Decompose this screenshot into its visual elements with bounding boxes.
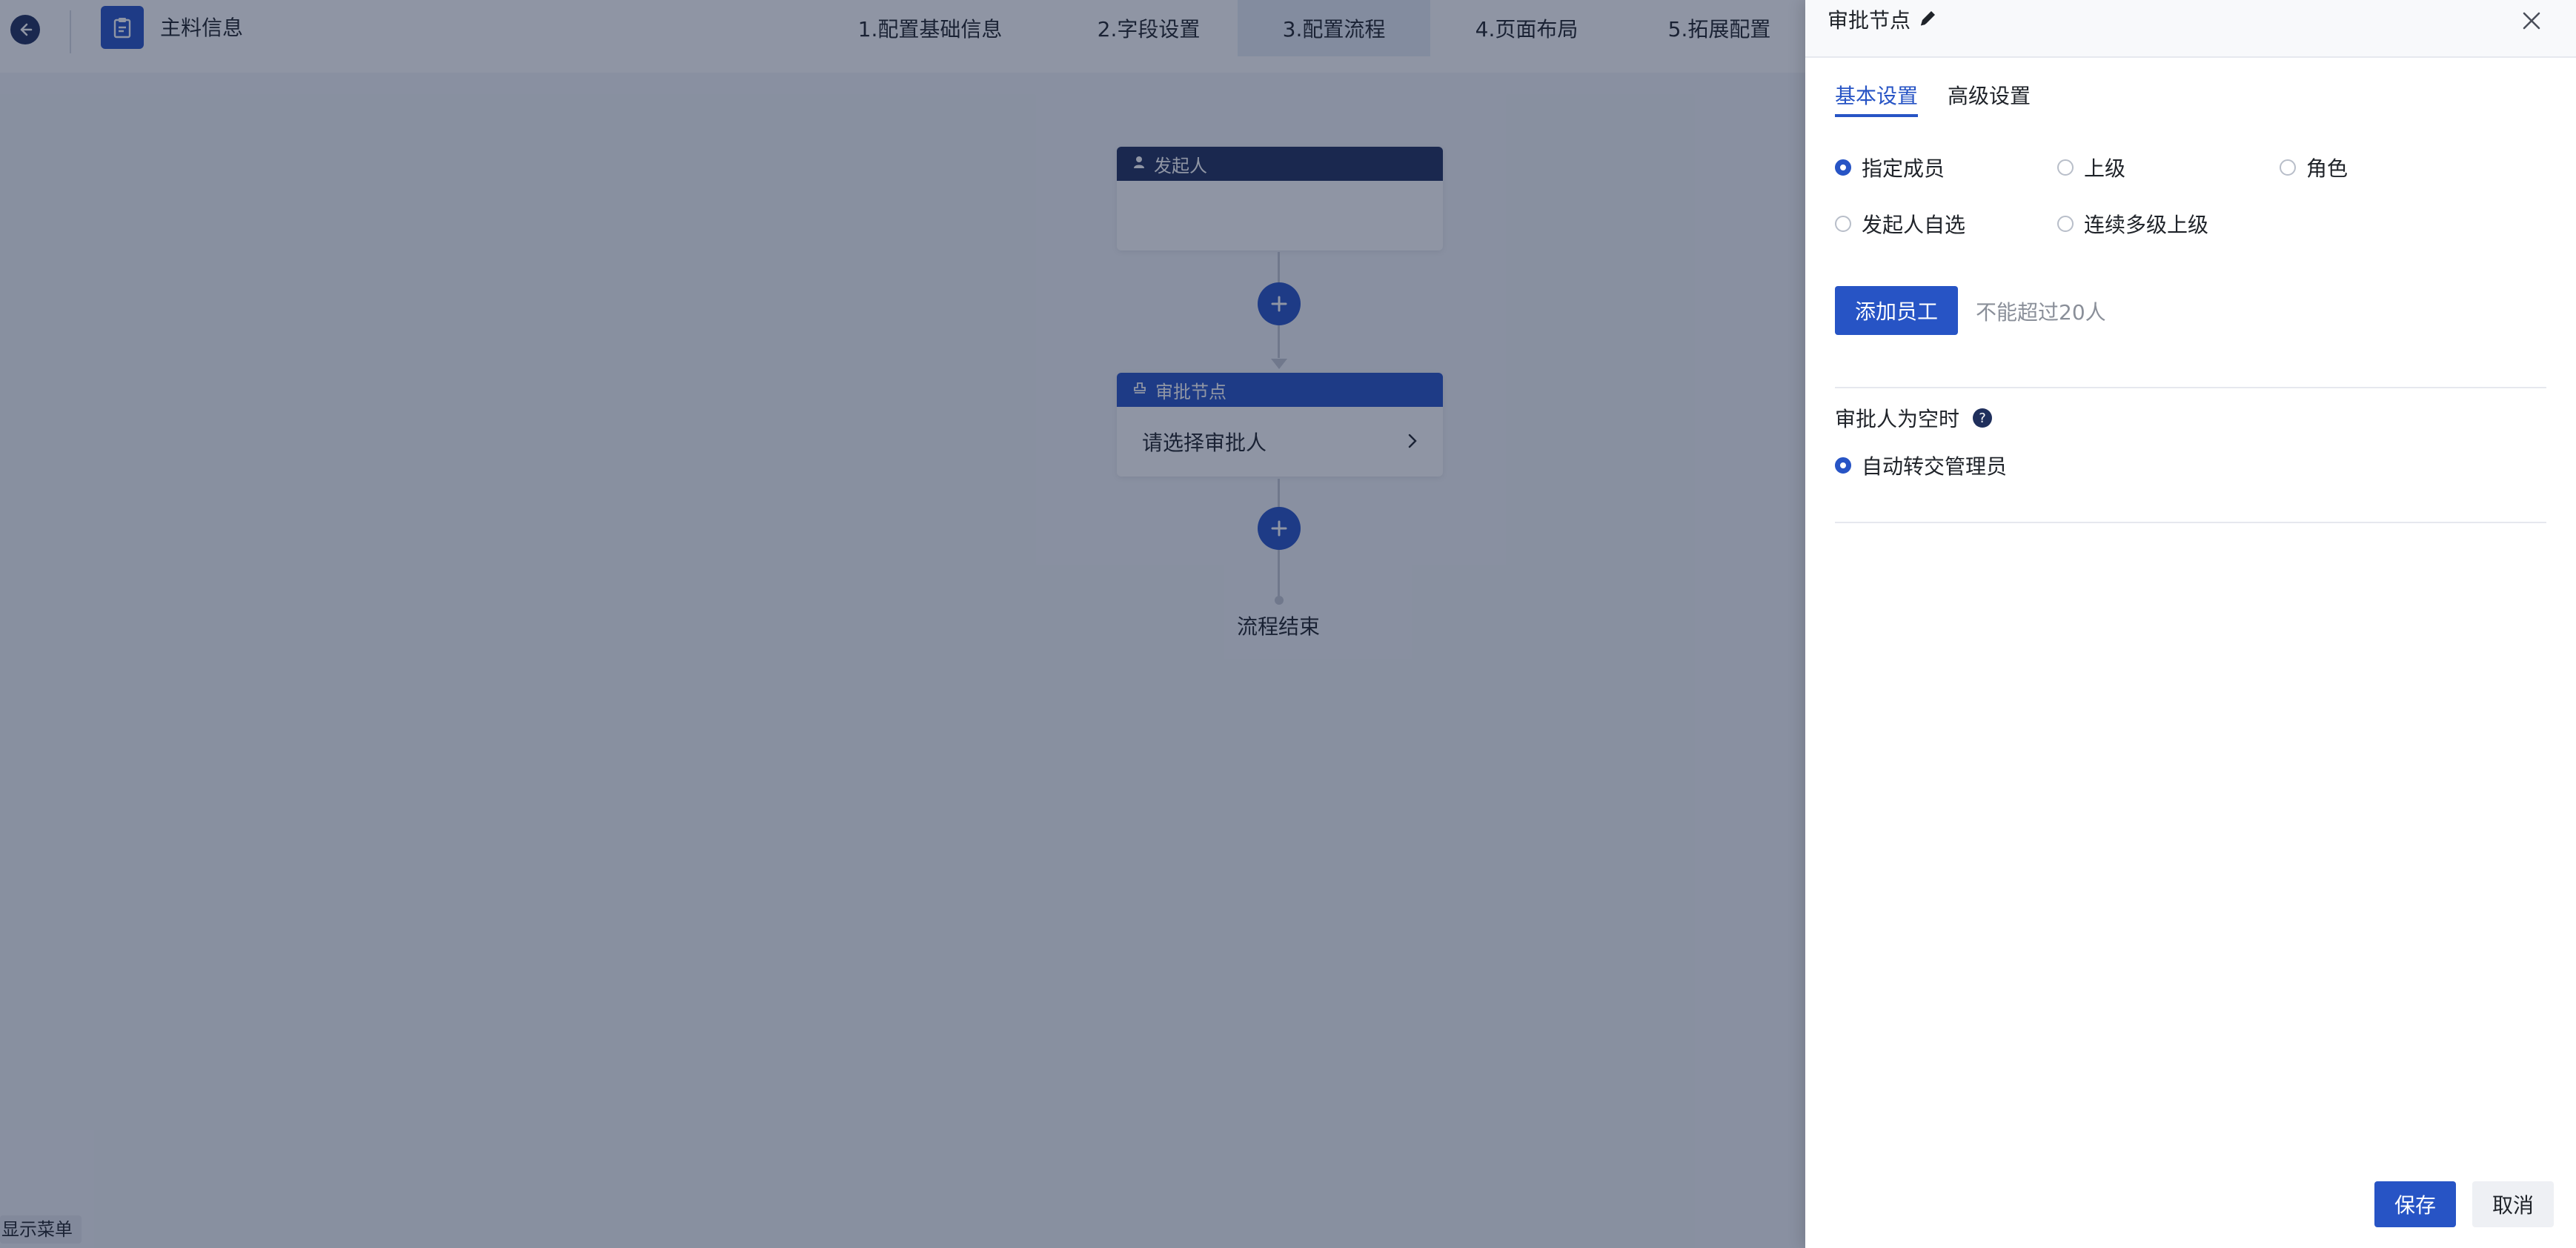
approver-type-row-1: 指定成员 上级 角色 [1835,153,2502,182]
radio-label: 角色 [2306,156,2348,181]
approval-node-drawer: 审批节点 基本设置 高级设置 指定成员 上级 角色 发起人自选 连续多级上级 添… [1805,0,2576,1248]
radio-superior[interactable]: 上级 [2057,153,2280,182]
section-divider [1835,522,2546,523]
radio-label: 发起人自选 [1862,213,1966,237]
empty-approver-label: 审批人为空时 ? [1835,403,1993,433]
radio-label: 连续多级上级 [2084,213,2209,237]
radio-multi-level-superior[interactable]: 连续多级上级 [2057,209,2280,239]
radio-circle [2280,159,2296,176]
add-staff-button[interactable]: 添加员工 [1835,286,1958,335]
drawer-header: 审批节点 [1805,0,2576,58]
section-divider [1835,387,2546,388]
radio-circle [1835,159,1851,176]
approver-type-row-2: 发起人自选 连续多级上级 [1835,209,2280,239]
tab-advanced-settings[interactable]: 高级设置 [1948,79,2031,117]
help-icon[interactable]: ? [1973,408,1993,428]
radio-initiator-choose[interactable]: 发起人自选 [1835,209,2057,239]
staff-limit-hint: 不能超过20人 [1976,300,2106,325]
modal-overlay[interactable] [0,0,1805,1248]
radio-circle [2057,159,2074,176]
cancel-button[interactable]: 取消 [2472,1181,2554,1227]
radio-label: 自动转交管理员 [1862,454,2008,479]
pencil-icon[interactable] [1916,7,1939,30]
empty-approver-row: 自动转交管理员 [1835,451,2007,480]
radio-circle [2057,216,2074,232]
radio-circle [1835,457,1851,474]
save-button[interactable]: 保存 [2374,1181,2456,1227]
radio-circle [1835,216,1851,232]
radio-specified-member[interactable]: 指定成员 [1835,153,2057,182]
radio-label: 指定成员 [1862,156,1945,181]
tab-basic-settings[interactable]: 基本设置 [1835,79,1919,117]
radio-label: 上级 [2084,156,2126,181]
empty-approver-text: 审批人为空时 [1835,407,1960,431]
radio-auto-transfer-admin[interactable]: 自动转交管理员 [1835,451,2007,480]
radio-role[interactable]: 角色 [2280,153,2502,182]
drawer-title: 审批节点 [1828,8,1911,33]
close-icon[interactable] [2517,6,2546,36]
drawer-tabs: 基本设置 高级设置 [1835,79,2060,117]
